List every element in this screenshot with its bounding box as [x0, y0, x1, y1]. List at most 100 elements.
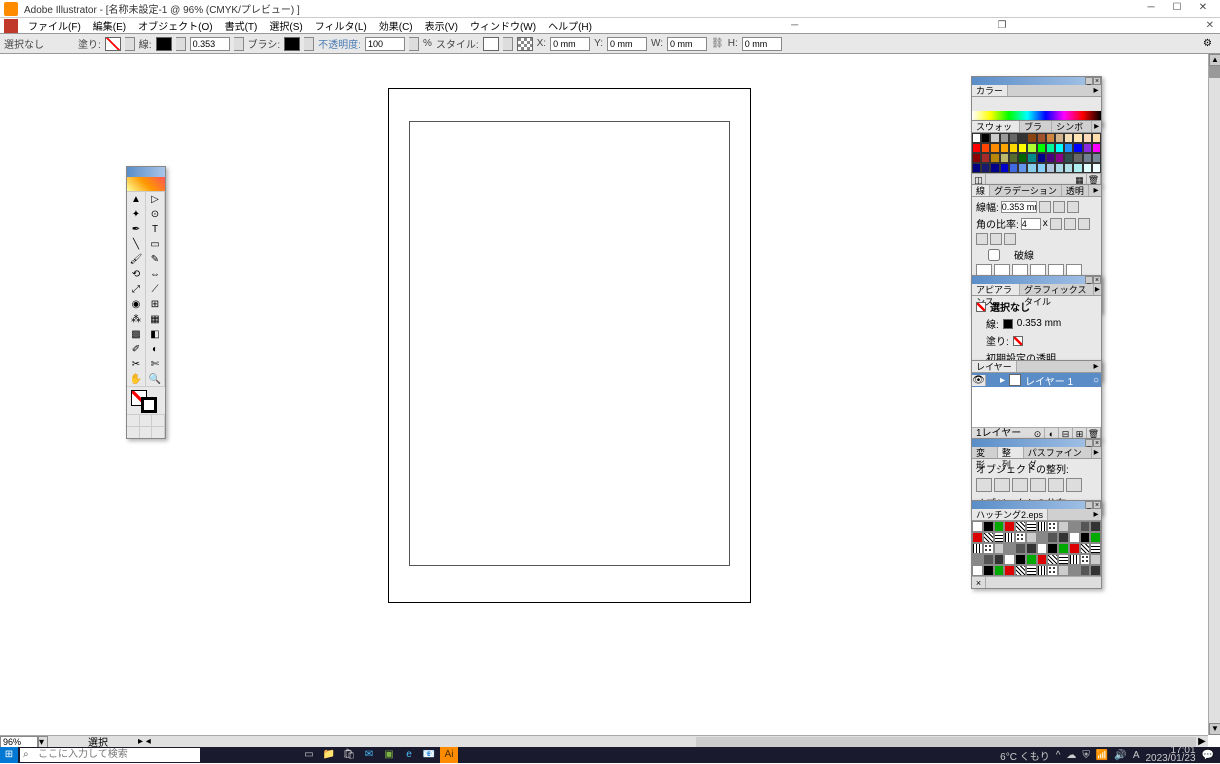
swatch-item[interactable] — [1000, 153, 1009, 163]
control-options-icon[interactable]: ⚙ — [1203, 38, 1212, 49]
brush-swatch[interactable] — [284, 37, 300, 51]
rectangle-tool[interactable]: ▭ — [146, 237, 165, 252]
shear-tool[interactable]: ⟋ — [146, 282, 165, 297]
hatch-swatch[interactable] — [1069, 521, 1080, 532]
swatch-item[interactable] — [1073, 133, 1082, 143]
swatch-item[interactable] — [1046, 163, 1055, 173]
hatch-swatch[interactable] — [1037, 565, 1048, 576]
swatch-item[interactable] — [981, 153, 990, 163]
swatch-item[interactable] — [1037, 153, 1046, 163]
swatch-item[interactable] — [1055, 133, 1064, 143]
swatch-item[interactable] — [1064, 143, 1073, 153]
ime-icon[interactable]: A — [1133, 750, 1140, 761]
outlook-icon[interactable]: 📧 — [420, 747, 438, 763]
swatch-item[interactable] — [1000, 133, 1009, 143]
rotate-tool[interactable]: ⟲ — [127, 267, 146, 282]
hatch-swatch[interactable] — [1058, 543, 1069, 554]
illustrator-icon[interactable]: Ai — [440, 747, 458, 763]
style-swatch[interactable] — [483, 37, 499, 51]
swatch-item[interactable] — [1037, 143, 1046, 153]
hatch-swatch[interactable] — [983, 554, 994, 565]
hatching-tab[interactable]: ハッチング2.eps — [972, 509, 1048, 520]
target-icon[interactable]: ○ — [1091, 375, 1101, 386]
swatch-item[interactable] — [1046, 143, 1055, 153]
paintbrush-tool[interactable]: 🖌 — [127, 252, 146, 267]
y-input[interactable] — [607, 37, 647, 51]
scale-tool[interactable]: ⤢ — [127, 282, 146, 297]
swatch-item[interactable] — [972, 153, 981, 163]
hatch-swatch[interactable] — [972, 554, 983, 565]
zoom-dropdown[interactable]: ▾ — [38, 736, 48, 748]
hatch-swatch[interactable] — [1090, 543, 1101, 554]
menu-file[interactable]: ファイル(F) — [22, 17, 87, 34]
hatch-swatch[interactable] — [972, 532, 983, 543]
dash-checkbox[interactable] — [976, 249, 1012, 261]
w-input[interactable] — [667, 37, 707, 51]
hatch-swatch[interactable] — [1069, 565, 1080, 576]
warp-tool[interactable]: ◉ — [127, 297, 146, 312]
hatch-swatch[interactable] — [1037, 543, 1048, 554]
hatch-swatch[interactable] — [1080, 554, 1091, 565]
hatch-swatch[interactable] — [1004, 521, 1015, 532]
tray-chevron-icon[interactable]: ^ — [1056, 750, 1061, 761]
swatch-item[interactable] — [1064, 163, 1073, 173]
stroke-dropdown[interactable] — [176, 37, 186, 51]
selection-tool[interactable]: ▲ — [127, 192, 146, 207]
gradient-tool[interactable]: ◧ — [146, 327, 165, 342]
hatch-swatch[interactable] — [983, 543, 994, 554]
panel-minimize[interactable]: _ — [1085, 501, 1093, 509]
mdi-minimize[interactable]: ─ — [785, 20, 804, 31]
hatch-swatch[interactable] — [1015, 532, 1026, 543]
swatch-item[interactable] — [1092, 143, 1101, 153]
align-tab[interactable]: 整列 — [998, 447, 1024, 458]
taskbar-search[interactable]: ここに入力して検索 — [20, 748, 200, 762]
screen-mode-2[interactable] — [140, 427, 153, 438]
color-tab[interactable]: カラー — [972, 85, 1008, 96]
hatch-swatch[interactable] — [983, 532, 994, 543]
hatch-swatch[interactable] — [994, 532, 1005, 543]
align-left[interactable] — [976, 478, 992, 492]
toolbox-grip[interactable] — [127, 167, 165, 177]
hand-tool[interactable]: ✋ — [127, 372, 146, 387]
hatch-swatch[interactable] — [983, 521, 994, 532]
menu-effect[interactable]: 効果(C) — [373, 17, 419, 34]
graphic-styles-tab[interactable]: グラフィックスタイル — [1020, 284, 1094, 295]
scroll-down[interactable]: ▼ — [1209, 723, 1220, 735]
app-icon[interactable]: ▣ — [380, 747, 398, 763]
swatch-item[interactable] — [1009, 163, 1018, 173]
hatch-swatch[interactable] — [1037, 532, 1048, 543]
screen-mode-3[interactable] — [152, 427, 165, 438]
hatch-swatch[interactable] — [994, 565, 1005, 576]
swatch-item[interactable] — [990, 143, 999, 153]
swatch-item[interactable] — [1027, 143, 1036, 153]
task-view-icon[interactable]: ▭ — [300, 747, 318, 763]
swatch-item[interactable] — [1083, 143, 1092, 153]
swatch-item[interactable] — [1009, 143, 1018, 153]
zoom-tool[interactable]: 🔍 — [146, 372, 165, 387]
align-hcenter[interactable] — [994, 478, 1010, 492]
hatch-swatch[interactable] — [1080, 543, 1091, 554]
menu-view[interactable]: 表示(V) — [419, 17, 464, 34]
join-bevel[interactable] — [1078, 218, 1090, 230]
scroll-up[interactable]: ▲ — [1209, 54, 1220, 66]
hatch-swatch[interactable] — [994, 554, 1005, 565]
swatch-item[interactable] — [1064, 153, 1073, 163]
hatch-swatch[interactable] — [1015, 543, 1026, 554]
blend-tool[interactable]: ◐ — [146, 342, 165, 357]
brush-dropdown[interactable] — [304, 37, 314, 51]
swatch-item[interactable] — [990, 133, 999, 143]
align-vcenter[interactable] — [1048, 478, 1064, 492]
reflect-tool[interactable]: ⇔ — [146, 267, 165, 282]
swatch-item[interactable] — [1018, 133, 1027, 143]
join-round[interactable] — [1064, 218, 1076, 230]
free-transform-tool[interactable]: ⊞ — [146, 297, 165, 312]
none-mode[interactable] — [152, 415, 165, 426]
align-stroke-3[interactable] — [1004, 233, 1016, 245]
color-fill[interactable] — [974, 98, 986, 110]
menu-edit[interactable]: 編集(E) — [87, 17, 132, 34]
swatch-item[interactable] — [1009, 153, 1018, 163]
clock[interactable]: 17:012023/01/23 — [1145, 747, 1195, 763]
weight-dropdown[interactable] — [234, 37, 244, 51]
start-button[interactable]: ⊞ — [0, 747, 18, 763]
swatch-item[interactable] — [1073, 163, 1082, 173]
